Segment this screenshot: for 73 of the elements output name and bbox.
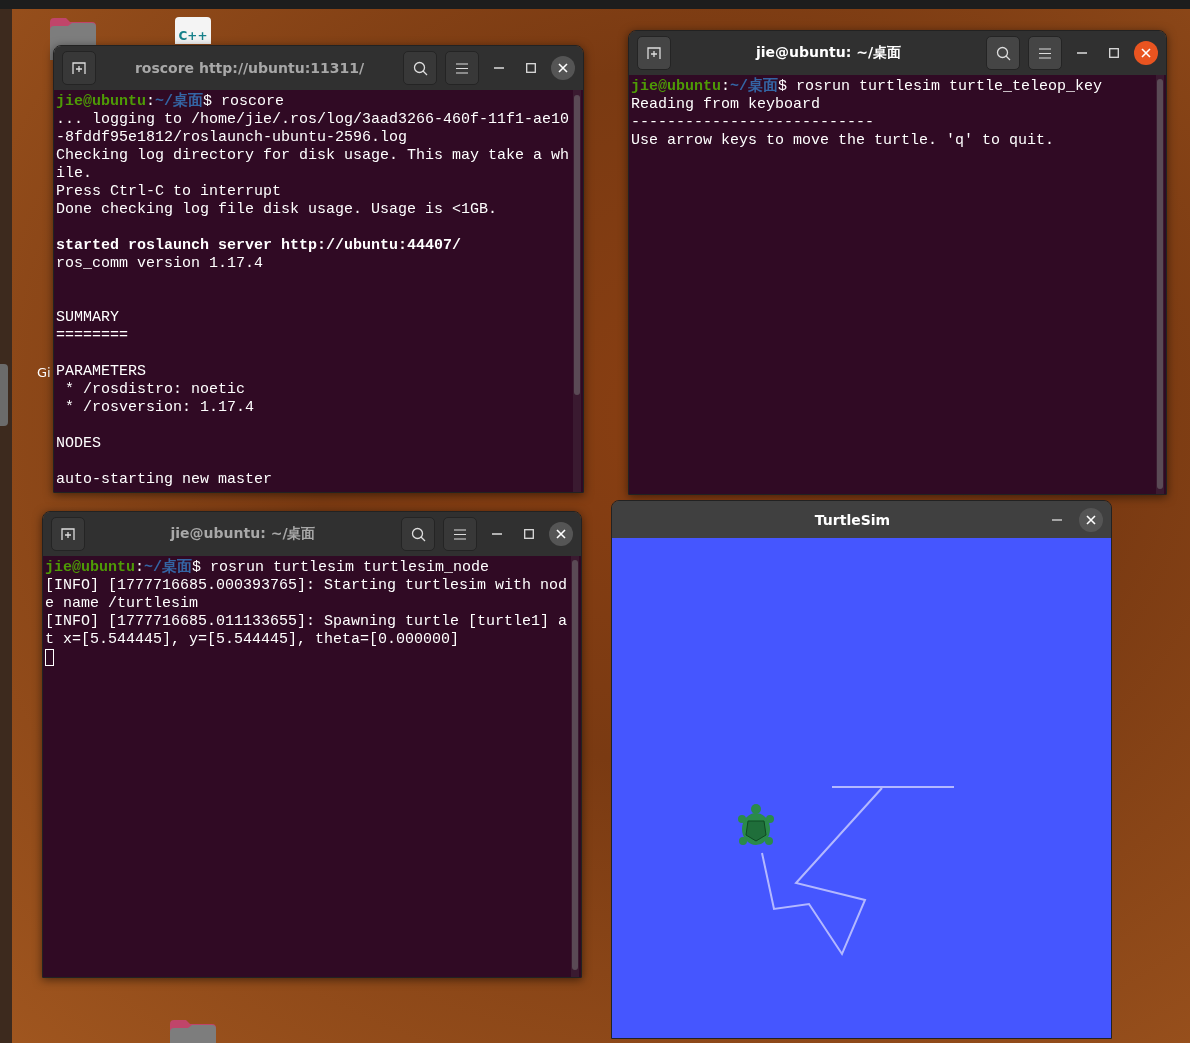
minimize-icon bbox=[492, 533, 502, 535]
new-tab-button[interactable] bbox=[637, 36, 671, 70]
window-title: jie@ubuntu: ~/桌面 bbox=[169, 525, 317, 543]
window-title: TurtleSim bbox=[813, 511, 892, 528]
terminal-line: jie@ubuntu:~/桌面$ rosrun turtlesim turtle_teleop_key bbox=[631, 78, 1103, 96]
terminal-line: -8fddf95e1812/roslaunch-ubuntu-2596.log bbox=[56, 129, 408, 147]
menu-icon bbox=[1039, 47, 1051, 59]
search-icon bbox=[410, 526, 426, 542]
close-icon bbox=[558, 63, 568, 73]
new-tab-icon bbox=[71, 61, 87, 75]
menu-button[interactable] bbox=[1028, 36, 1062, 70]
terminal-line: jie@ubuntu:~/桌面$ rosrun turtlesim turtlesim_node bbox=[45, 559, 490, 577]
turtlesim-window[interactable]: TurtleSim bbox=[611, 500, 1112, 1039]
terminal-line: ======== bbox=[56, 327, 128, 345]
text-cursor bbox=[45, 649, 54, 666]
terminal-line: NODES bbox=[56, 435, 101, 453]
search-icon bbox=[995, 45, 1011, 61]
close-button[interactable] bbox=[1079, 507, 1103, 532]
search-button[interactable] bbox=[986, 36, 1020, 70]
close-icon bbox=[556, 529, 566, 539]
terminal-line: Done checking log file disk usage. Usage is <1GB. bbox=[56, 201, 498, 219]
terminal-line: [INFO] [1777716685.000393765]: Starting turtlesim with nod bbox=[45, 577, 568, 595]
terminal-window[interactable]: jie@ubuntu: ~/桌面 jie@ubuntu:~/桌面$ rosrun turtlesim turtle_teleop_key Reading from keyboard --------------------------- Use arrow keys to move the turtle. 'q' to quit. bbox=[628, 30, 1167, 495]
new-tab-button[interactable] bbox=[51, 517, 85, 551]
terminal-line: Checking log directory for disk usage. This may take a wh bbox=[56, 147, 570, 165]
terminal-line: Press Ctrl-C to interrupt bbox=[56, 183, 282, 201]
scrollbar[interactable] bbox=[571, 556, 579, 977]
terminal-line: started roslaunch server http://ubuntu:44407/ bbox=[56, 237, 462, 255]
terminal-line: jie@ubuntu:~/桌面$ roscore bbox=[56, 93, 285, 111]
scrollbar[interactable] bbox=[573, 90, 581, 492]
maximize-icon bbox=[524, 529, 534, 539]
terminal-line: Use arrow keys to move the turtle. 'q' to quit. bbox=[631, 132, 1055, 150]
close-icon bbox=[1086, 514, 1096, 525]
maximize-icon bbox=[526, 63, 536, 73]
minimize-icon bbox=[1077, 52, 1087, 54]
terminal-line: [INFO] [1777716685.011133655]: Spawning turtle [turtle1] a bbox=[45, 613, 568, 631]
terminal-line: ile. bbox=[56, 165, 92, 183]
terminal-line: ... logging to /home/jie/.ros/log/3aad3266-460f-11f1-ae10 bbox=[56, 111, 570, 129]
new-tab-icon bbox=[60, 527, 76, 541]
code-file-icon[interactable]: C++ bbox=[175, 17, 211, 44]
window-title: roscore http://ubuntu:11311/ bbox=[133, 60, 366, 76]
maximize-icon bbox=[1109, 48, 1119, 58]
terminal-line: SUMMARY bbox=[56, 309, 119, 327]
terminal-line: e name /turtlesim bbox=[45, 595, 199, 613]
minimize-icon bbox=[494, 67, 504, 69]
turtle-icon bbox=[738, 804, 774, 845]
new-tab-icon bbox=[646, 46, 662, 60]
menu-button[interactable] bbox=[443, 517, 477, 551]
new-tab-button[interactable] bbox=[62, 51, 96, 85]
terminal-line: * /rosdistro: noetic bbox=[64, 381, 246, 399]
terminal-line: --------------------------- bbox=[631, 114, 875, 132]
search-button[interactable] bbox=[401, 517, 435, 551]
search-icon bbox=[412, 60, 428, 76]
desktop-icon-label: Gi bbox=[37, 365, 51, 380]
scrollbar[interactable] bbox=[1156, 75, 1164, 494]
close-button[interactable] bbox=[551, 56, 575, 80]
window-title: jie@ubuntu: ~/桌面 bbox=[754, 44, 902, 62]
menu-icon bbox=[454, 528, 466, 540]
terminal-line: Reading from keyboard bbox=[631, 96, 821, 114]
close-button[interactable] bbox=[549, 522, 573, 546]
menu-button[interactable] bbox=[445, 51, 479, 85]
terminal-line: * /rosversion: 1.17.4 bbox=[64, 399, 255, 417]
close-button[interactable] bbox=[1134, 41, 1158, 65]
terminal-window[interactable] bbox=[42, 511, 582, 978]
menu-icon bbox=[456, 62, 468, 74]
close-icon bbox=[1141, 48, 1151, 58]
terminal-line: PARAMETERS bbox=[56, 363, 146, 381]
search-button[interactable] bbox=[403, 51, 437, 85]
terminal-window[interactable] bbox=[53, 45, 584, 493]
terminal-line: auto-starting new master bbox=[56, 471, 273, 489]
terminal-line: ros_comm version 1.17.4 bbox=[56, 255, 264, 273]
minimize-icon bbox=[1052, 518, 1062, 521]
terminal-line: t x=[5.544445], y=[5.544445], theta=[0.000000] bbox=[45, 631, 460, 649]
